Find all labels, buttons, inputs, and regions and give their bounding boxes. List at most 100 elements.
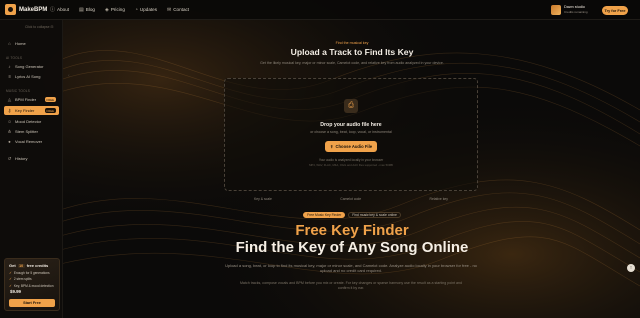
feature-item: Key & scale [254,197,272,201]
chip-find-key: Find music key & scale online [348,212,401,218]
collapse-icon: ⊟ [50,25,54,29]
nav-about[interactable]: ⓘ About [50,6,69,13]
nav-pricing[interactable]: ◈ Pricing [105,6,125,13]
upload-icon: ⇪ [329,144,334,149]
sidebar-item-key-finder[interactable]: ⚷ Key Finder FREE [4,106,59,115]
promo-card: Get 10 free credits ✓ Enough for 5 genera… [4,258,60,311]
sidebar-item-label: History [15,156,28,161]
hero-description-secondary: Match tracks, compose vocals and BPM bef… [239,281,463,290]
logo-icon [5,4,16,15]
start-free-button[interactable]: Start Free [9,299,55,307]
sidebar-section-music: MUSIC TOOLS [6,89,31,93]
sidebar-item-label: Key Finder [15,108,35,113]
split-icon: ⋔ [7,128,12,134]
user-info: Dawn studio Credits remaining [564,5,588,14]
app-name: MakeBPM [19,6,48,13]
collapse-handle-icon[interactable]: ‹ [68,73,70,79]
sidebar-item-label: BPM Finder [15,97,37,102]
promo-line: ✓ Enough for 5 generations [9,271,55,275]
collapse-label: Click to collapse [25,25,50,29]
sidebar-item-mood-detector[interactable]: ☺ Mood Detector [4,117,59,126]
promo-credit-count: 10 [17,263,25,268]
hero-chips: Free Music Key Finder Find music key & s… [64,212,640,218]
promo-line: ✓ Key, BPM & mood detection [9,284,55,288]
avatar [551,5,561,15]
collapse-sidebar-button[interactable]: Click to collapse ⊟ [25,25,53,29]
sidebar-item-song-generator[interactable]: ♪ Song Generator [4,62,59,71]
sidebar-item-label: Song Generator [15,64,44,69]
feature-item: Relative key [429,197,448,201]
info-icon: ⓘ [50,7,56,13]
lyrics-icon: ≡ [8,74,11,79]
page-title: Upload a Track to Find Its Key [290,47,414,57]
feature-list: Key & scale Camelot code Relative key [224,197,478,201]
music-icon: ♪ [8,64,11,69]
nav-contact-label: Contact [173,7,190,12]
promo-line-text: Enough for 5 generations [13,270,50,275]
sidebar-item-label: Mood Detector [15,119,42,124]
promo-line-text: Key, BPM & mood detection [13,283,54,288]
top-bar: MakeBPM ⓘ About ▤ Blog ◈ Pricing ◔ Updates ✉… [0,0,640,20]
promo-title-prefix: Get [9,263,16,268]
sidebar-item-home[interactable]: ⌂ Home [4,39,59,48]
choose-audio-button[interactable]: ⇪ Choose Audio File [325,141,377,152]
sidebar-item-label: Lyrics AI Song [15,74,41,79]
check-icon: ✓ [9,277,12,282]
page-subtitle: Get the likely musical key, major or min… [260,61,444,65]
nav-blog-label: Blog [85,7,95,12]
mail-icon: ✉ [167,6,172,13]
nav-updates[interactable]: ◔ Updates [135,6,157,13]
nav-blog[interactable]: ▤ Blog [79,6,95,13]
home-icon: ⌂ [8,41,11,46]
promo-title: Get 10 free credits [9,263,55,268]
promo-line-text: 2 stem splits [13,277,32,282]
sidebar-section-ai: AI TOOLS [6,56,23,60]
promo-title-rest: free credits [26,263,49,268]
mic-icon: ● [8,139,11,144]
nav-updates-label: Updates [139,7,158,12]
free-badge: FREE [44,108,56,113]
user-menu[interactable]: Dawn studio Credits remaining [551,5,588,15]
sidebar-item-history[interactable]: ↺ History [4,154,59,163]
sidebar-item-bpm-finder[interactable]: ◬ BPM Finder FREE [4,95,59,104]
bell-icon: ◔ [134,6,138,13]
arrow-up-icon: ↑ [629,265,633,271]
scroll-to-top-button[interactable]: ↑ [627,264,635,272]
check-icon: ✓ [9,270,12,275]
choose-audio-label: Choose Audio File [335,144,373,149]
hero-description: Upload a song, beat, or loop to find its… [225,263,477,274]
nav-about-label: About [57,7,70,12]
sidebar-item-lyrics[interactable]: ≡ Lyrics AI Song [4,72,59,81]
user-plan: Credits remaining [564,10,588,14]
sidebar-item-label: Stem Splitter [15,129,38,134]
privacy-note: Your audio is analyzed locally in your b… [318,158,384,162]
key-icon: ⚷ [7,107,12,113]
eyebrow-label: Find the musical key [335,41,369,45]
price-tag-icon: ◈ [104,6,109,13]
mood-icon: ☺ [7,119,12,124]
sidebar-item-label: Home [15,41,26,46]
upload-file-icon: ⎙ [344,99,358,113]
logo[interactable]: MakeBPM [5,4,47,15]
upload-dropzone[interactable]: ⎙ Drop your audio file here or choose a … [224,78,478,191]
book-icon: ▤ [79,6,84,13]
check-icon: ✓ [9,283,12,288]
sidebar-item-stem-splitter[interactable]: ⋔ Stem Splitter [4,127,59,136]
promo-line: ✓ 2 stem splits [9,277,55,281]
nav-pricing-label: Pricing [110,7,125,12]
chip-free-key-finder: Free Music Key Finder [303,212,346,218]
promo-price: $9.99 [10,289,21,294]
dropzone-title: Drop your audio file here [320,122,382,128]
feature-item: Camelot code [340,197,362,201]
sidebar-item-vocal-remover[interactable]: ● Vocal Remover [4,137,59,146]
supported-formats: MP3, WAV, FLAC, M4A, OGG and AAC files s… [309,163,393,167]
metronome-icon: ◬ [7,96,12,102]
hero-title-line1: Free Key Finder [295,222,409,239]
history-icon: ↺ [7,155,12,161]
main-nav: ⓘ About ▤ Blog ◈ Pricing ◔ Updates ✉ Contact [50,6,189,14]
hero-title-line2: Find the Key of Any Song Online [235,239,469,256]
sidebar-item-label: Vocal Remover [15,139,43,144]
dropzone-subtitle: or choose a song, beat, loop, vocal, or … [310,130,392,134]
try-free-button[interactable]: Try for Free [602,6,628,15]
nav-contact[interactable]: ✉ Contact [167,6,189,13]
